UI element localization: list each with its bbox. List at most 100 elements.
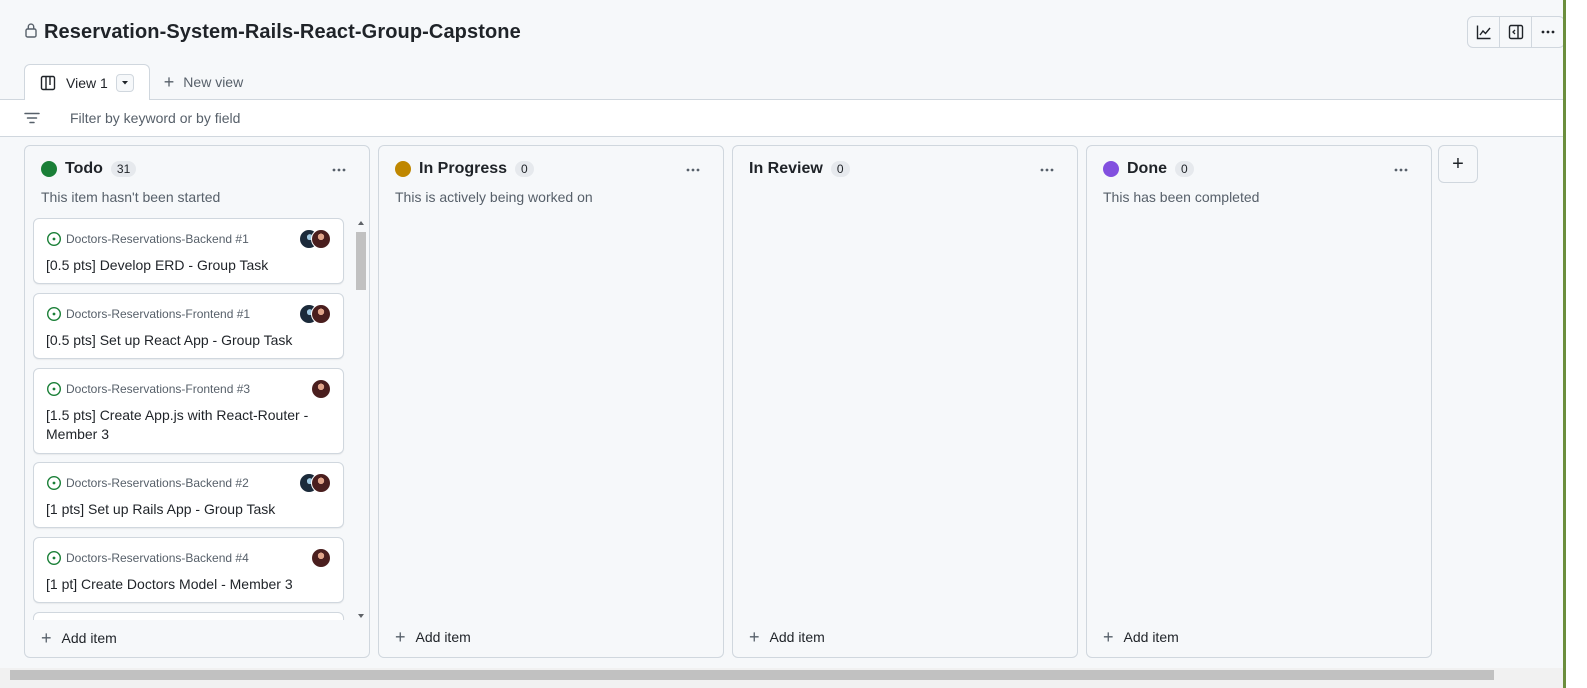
add-item-button[interactable]: + Add item: [41, 629, 117, 647]
card-repo-label: Doctors-Reservations-Backend #2: [66, 476, 249, 490]
card-repo: Doctors-Reservations-Backend #1: [46, 231, 249, 247]
column-header: Todo 31: [41, 160, 137, 178]
more-options-button[interactable]: [1532, 17, 1564, 47]
window-edge: [1563, 0, 1587, 688]
column-done: Done 0 This has been completed + Add ite…: [1086, 145, 1432, 658]
header-actions: [1467, 16, 1565, 48]
scroll-down-arrow[interactable]: [358, 614, 364, 618]
plus-icon: +: [1103, 627, 1114, 647]
card-repo: Doctors-Reservations-Backend #4: [46, 550, 249, 566]
card-title[interactable]: [0.5 pts] Set up React App - Group Task: [46, 331, 331, 350]
column-description: This is actively being worked on: [395, 189, 593, 205]
new-view-button[interactable]: + New view: [150, 64, 257, 100]
card-repo-label: Doctors-Reservations-Frontend #1: [66, 307, 251, 321]
add-item-button[interactable]: + Add item: [1103, 628, 1179, 646]
card-title[interactable]: [1 pts] Set up Rails App - Group Task: [46, 500, 331, 519]
column-menu-button[interactable]: [327, 160, 351, 180]
column-header: Done 0: [1103, 160, 1194, 178]
issue-card[interactable]: Doctors-Reservations-Backend #2 [1 pts] …: [33, 462, 344, 528]
avatar[interactable]: [311, 379, 331, 399]
column-menu-button[interactable]: [1035, 160, 1059, 180]
tab-label: View 1: [66, 74, 108, 91]
assignees: [311, 379, 331, 399]
issue-card[interactable]: Doctors-Reservations-Frontend #1 [0.5 pt…: [33, 293, 344, 359]
issue-opened-icon: [46, 550, 62, 566]
card-title[interactable]: [1.5 pts] Create App.js with React-Route…: [46, 406, 331, 444]
issue-card[interactable]: Doctors-Reservations-Frontend #3 [1.5 pt…: [33, 368, 344, 454]
column-title: In Progress: [419, 160, 508, 177]
issue-card[interactable]: [33, 612, 344, 620]
sidebar-icon: [1508, 24, 1523, 40]
column-title: Done: [1127, 160, 1167, 177]
scroll-thumb[interactable]: [356, 232, 366, 290]
horizontal-scroll-thumb[interactable]: [10, 670, 1494, 680]
filter-input[interactable]: [70, 110, 670, 126]
plus-icon: +: [1452, 152, 1464, 175]
assignees: [299, 473, 331, 493]
assignees: [299, 304, 331, 324]
column-scrollbar[interactable]: [355, 218, 367, 620]
item-count-badge: 0: [515, 161, 534, 177]
tab-view-1[interactable]: View 1: [24, 64, 150, 100]
kebab-icon: [332, 168, 346, 172]
project-header: Reservation-System-Rails-React-Group-Cap…: [0, 0, 1563, 64]
scroll-up-arrow[interactable]: [358, 221, 364, 225]
lock-icon: [25, 23, 37, 38]
assignees: [299, 229, 331, 249]
column-menu-button[interactable]: [681, 160, 705, 180]
add-item-button[interactable]: + Add item: [749, 628, 825, 646]
status-dot: [41, 161, 57, 177]
view-tabs: View 1 + New view: [24, 64, 257, 100]
card-title[interactable]: [0.5 pts] Develop ERD - Group Task: [46, 256, 331, 275]
add-item-label: Add item: [415, 629, 471, 645]
item-count-badge: 0: [1175, 161, 1194, 177]
add-item-button[interactable]: + Add item: [395, 628, 471, 646]
kebab-icon: [1394, 168, 1408, 172]
status-dot: [395, 161, 411, 177]
issue-card[interactable]: Doctors-Reservations-Backend #4 [1 pt] C…: [33, 537, 344, 603]
board-icon: [40, 75, 56, 90]
card-repo: Doctors-Reservations-Frontend #1: [46, 306, 250, 322]
card-repo: Doctors-Reservations-Backend #2: [46, 475, 249, 491]
card-repo-label: Doctors-Reservations-Backend #4: [66, 551, 249, 565]
card-repo-label: Doctors-Reservations-Frontend #3: [66, 382, 251, 396]
column-description: This has been completed: [1103, 189, 1260, 205]
kebab-icon: [1040, 168, 1054, 172]
plus-icon: +: [395, 627, 406, 647]
project-title: Reservation-System-Rails-React-Group-Cap…: [44, 20, 521, 43]
plus-icon: +: [749, 627, 760, 647]
card-list: Doctors-Reservations-Backend #1 [0.5 pts…: [33, 218, 365, 620]
avatar[interactable]: [311, 473, 331, 493]
column-todo: Todo 31 This item hasn't been started Do…: [24, 145, 370, 658]
horizontal-scrollbar[interactable]: [0, 668, 1563, 688]
card-repo: Doctors-Reservations-Frontend #3: [46, 381, 250, 397]
avatar[interactable]: [311, 548, 331, 568]
filter-bar: [0, 99, 1563, 137]
avatar[interactable]: [311, 229, 331, 249]
side-panel-button[interactable]: [1500, 17, 1532, 47]
card-repo-label: Doctors-Reservations-Backend #1: [66, 232, 249, 246]
insights-button[interactable]: [1468, 17, 1500, 47]
column-header: In Review 0: [749, 160, 850, 178]
column-menu-button[interactable]: [1389, 160, 1413, 180]
issue-opened-icon: [46, 475, 62, 491]
status-dot: [1103, 161, 1119, 177]
column-in-review: In Review 0 + Add item: [732, 145, 1078, 658]
column-title: Todo: [65, 160, 103, 177]
kebab-icon: [686, 168, 700, 172]
issue-opened-icon: [46, 306, 62, 322]
column-in-progress: In Progress 0 This is actively being wor…: [378, 145, 724, 658]
assignees: [311, 548, 331, 568]
add-column-button[interactable]: +: [1438, 145, 1478, 183]
kebab-icon: [1541, 30, 1555, 34]
issue-card[interactable]: Doctors-Reservations-Backend #1 [0.5 pts…: [33, 218, 344, 284]
plus-icon: +: [41, 628, 52, 648]
card-title[interactable]: [1 pt] Create Doctors Model - Member 3: [46, 575, 331, 594]
avatar[interactable]: [311, 304, 331, 324]
add-item-label: Add item: [61, 630, 117, 646]
chevron-down-icon: [121, 80, 128, 84]
add-item-label: Add item: [769, 629, 825, 645]
view-options-caret[interactable]: [115, 73, 134, 92]
column-description: This item hasn't been started: [41, 189, 221, 205]
column-header: In Progress 0: [395, 160, 534, 178]
